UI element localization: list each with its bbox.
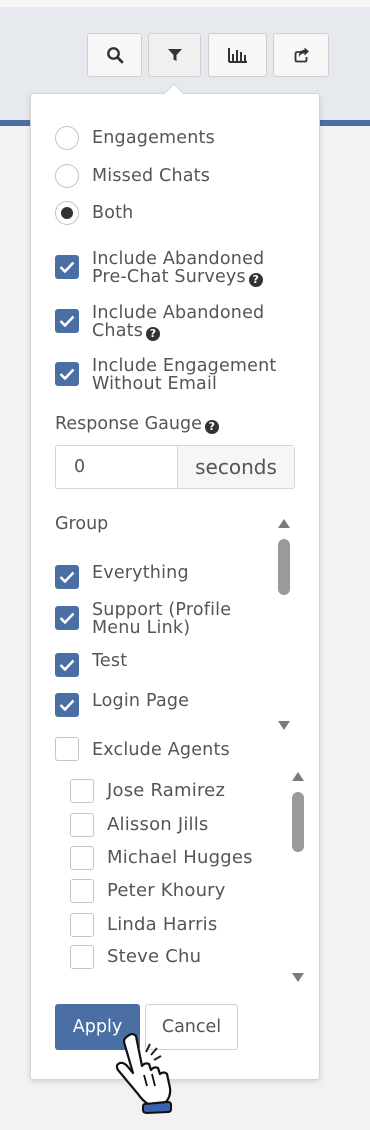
- search-icon: [106, 47, 123, 64]
- scroll-down-arrow-icon[interactable]: [278, 721, 290, 730]
- agent-item[interactable]: Steve Chu: [70, 945, 201, 969]
- include-engagement-no-email-label: Include Engagement Without Email: [92, 357, 277, 393]
- filter-button[interactable]: [148, 33, 201, 77]
- agent-name: Linda Harris: [107, 914, 218, 935]
- share-button[interactable]: [273, 33, 329, 77]
- response-gauge-title-text: Response Gauge: [55, 414, 202, 434]
- response-gauge-field: seconds: [55, 445, 295, 489]
- include-abandoned-prechat-row[interactable]: Include Abandoned Pre-Chat Surveys?: [55, 250, 264, 287]
- group-support-label: Support (Profile Menu Link): [92, 601, 231, 637]
- filter-icon: [167, 49, 182, 61]
- help-icon[interactable]: ?: [248, 273, 263, 287]
- checkmark-icon: [59, 571, 75, 583]
- bar-chart-icon: [227, 48, 247, 63]
- group-login-page-checkbox[interactable]: [55, 693, 79, 717]
- response-gauge-title: Response Gauge?: [55, 414, 219, 434]
- include-abandoned-prechat-line1: Include Abandoned: [92, 249, 265, 269]
- agent-checkbox[interactable]: [70, 846, 94, 870]
- agent-item[interactable]: Peter Khoury: [70, 879, 226, 903]
- checkmark-icon: [59, 659, 75, 671]
- checkmark-icon: [59, 612, 75, 624]
- help-icon[interactable]: ?: [204, 420, 219, 434]
- group-support-line2: Menu Link): [92, 618, 191, 638]
- checkmark-icon: [59, 261, 75, 273]
- scroll-up-arrow-icon[interactable]: [278, 519, 290, 528]
- chart-button[interactable]: [208, 33, 267, 77]
- agent-name: Steve Chu: [107, 946, 202, 967]
- group-item-test[interactable]: Test: [55, 652, 127, 677]
- page-top-strip: [0, 0, 370, 7]
- group-item-support[interactable]: Support (Profile Menu Link): [55, 601, 231, 637]
- hand-pointer-cursor-icon: [115, 1032, 172, 1114]
- include-engagement-no-email-row[interactable]: Include Engagement Without Email: [55, 357, 277, 393]
- include-abandoned-chats-label: Include Abandoned Chats?: [92, 304, 264, 341]
- radio-both-control[interactable]: [55, 201, 79, 225]
- agent-checkbox[interactable]: [70, 945, 94, 969]
- radio-engagements-control[interactable]: [55, 126, 79, 150]
- group-support-checkbox[interactable]: [55, 606, 79, 630]
- checkmark-icon: [59, 315, 75, 327]
- include-abandoned-prechat-label: Include Abandoned Pre-Chat Surveys?: [92, 250, 264, 287]
- include-abandoned-chats-line1: Include Abandoned: [92, 303, 265, 323]
- report-toolbar: [0, 33, 370, 77]
- agent-checkbox[interactable]: [70, 779, 94, 803]
- exclude-agents-label: Exclude Agents: [92, 740, 230, 760]
- checkmark-icon: [59, 699, 75, 711]
- group-scroll-thumb[interactable]: [278, 539, 290, 595]
- agent-item[interactable]: Michael Hugges: [70, 846, 253, 870]
- response-gauge-input[interactable]: [56, 446, 178, 488]
- checkmark-icon: [59, 368, 75, 380]
- include-engagement-no-email-checkbox[interactable]: [55, 362, 79, 386]
- radio-missed-chats-control[interactable]: [55, 164, 79, 188]
- group-support-line1: Support (Profile: [92, 600, 232, 620]
- group-scrollbar[interactable]: [275, 515, 293, 735]
- include-engagement-no-email-line2: Without Email: [92, 374, 218, 394]
- popover-caret: [163, 83, 185, 95]
- include-abandoned-prechat-checkbox[interactable]: [55, 255, 79, 279]
- radio-missed-chats-label: Missed Chats: [92, 166, 211, 186]
- agent-checkbox[interactable]: [70, 913, 94, 937]
- exclude-agents-checkbox[interactable]: [55, 737, 79, 761]
- include-abandoned-chats-row[interactable]: Include Abandoned Chats?: [55, 304, 264, 341]
- radio-engagements-label: Engagements: [92, 128, 215, 148]
- group-login-page-label: Login Page: [92, 691, 190, 711]
- agents-scroll-thumb[interactable]: [292, 792, 304, 852]
- agent-name: Jose Ramirez: [107, 780, 226, 801]
- include-abandoned-chats-checkbox[interactable]: [55, 309, 79, 333]
- radio-selected-dot: [61, 207, 73, 219]
- group-test-checkbox[interactable]: [55, 653, 79, 677]
- help-icon[interactable]: ?: [146, 327, 161, 341]
- radio-both-label: Both: [92, 203, 134, 223]
- agent-name: Peter Khoury: [107, 880, 226, 901]
- group-title: Group: [55, 514, 109, 534]
- agent-name: Alisson Jills: [107, 814, 209, 835]
- response-gauge-unit: seconds: [178, 446, 294, 488]
- group-item-everything[interactable]: Everything: [55, 564, 189, 589]
- include-abandoned-prechat-line2: Pre-Chat Surveys: [92, 267, 246, 287]
- group-test-label: Test: [92, 651, 128, 671]
- include-abandoned-chats-line2: Chats: [92, 321, 144, 341]
- scroll-up-arrow-icon[interactable]: [292, 772, 304, 781]
- agent-checkbox[interactable]: [70, 879, 94, 903]
- agent-name: Michael Hugges: [107, 847, 253, 868]
- agent-item[interactable]: Linda Harris: [70, 913, 217, 937]
- group-everything-checkbox[interactable]: [55, 565, 79, 589]
- scroll-down-arrow-icon[interactable]: [292, 973, 304, 982]
- group-item-login-page[interactable]: Login Page: [55, 692, 189, 717]
- agent-checkbox[interactable]: [70, 813, 94, 837]
- agent-item[interactable]: Jose Ramirez: [70, 779, 225, 803]
- search-button[interactable]: [87, 33, 142, 77]
- radio-missed-chats[interactable]: Missed Chats: [55, 164, 210, 188]
- exclude-agents-row[interactable]: Exclude Agents: [55, 737, 230, 761]
- agent-item[interactable]: Alisson Jills: [70, 813, 209, 837]
- include-engagement-no-email-line1: Include Engagement: [92, 356, 277, 376]
- share-icon: [294, 47, 309, 63]
- radio-both[interactable]: Both: [55, 201, 133, 225]
- radio-engagements[interactable]: Engagements: [55, 126, 215, 150]
- agents-scrollbar[interactable]: [289, 768, 307, 988]
- group-everything-label: Everything: [92, 563, 189, 583]
